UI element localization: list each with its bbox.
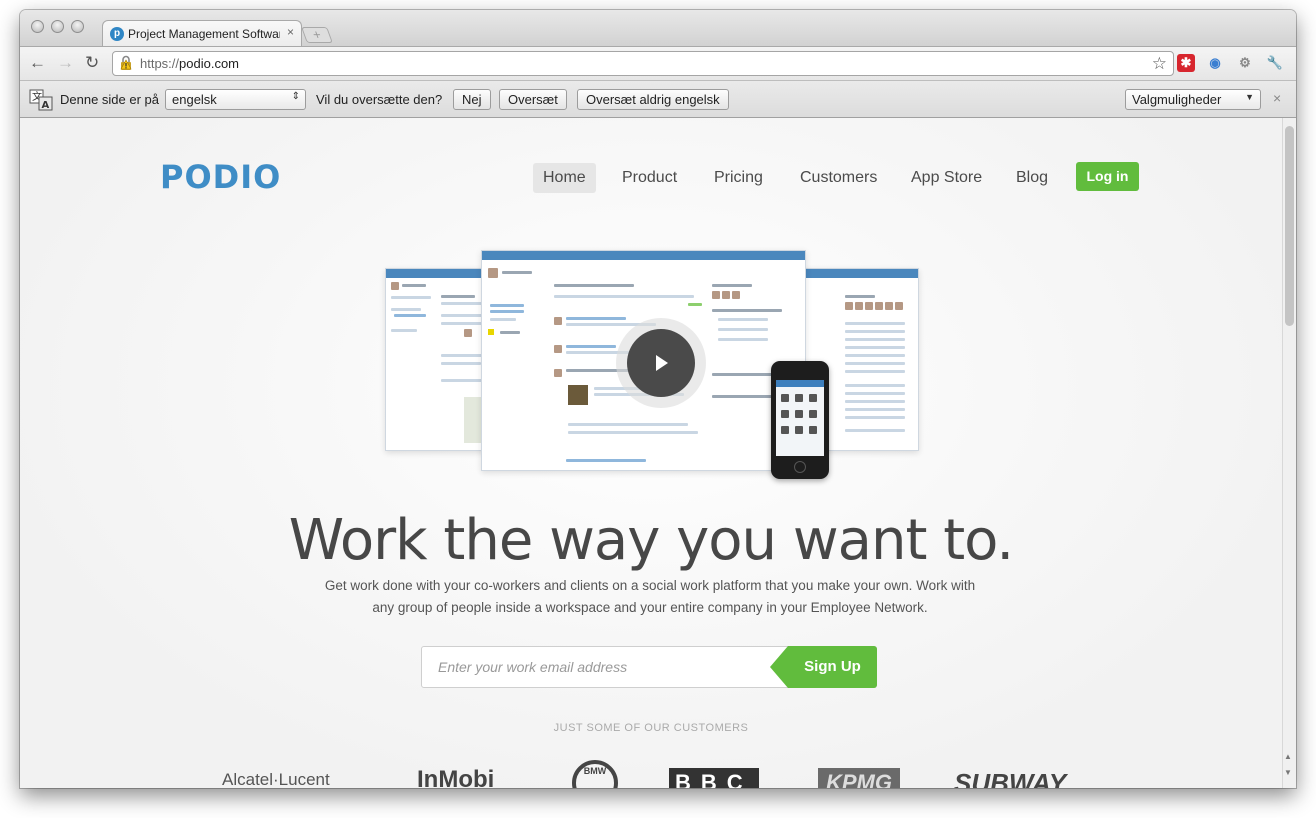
podio-favicon-icon: p bbox=[110, 27, 124, 41]
translate-button[interactable]: Oversæt bbox=[499, 89, 567, 110]
page-viewport: PODIO Home Product Pricing Customers App… bbox=[20, 118, 1282, 788]
minimize-window-button[interactable] bbox=[51, 20, 64, 33]
close-window-button[interactable] bbox=[31, 20, 44, 33]
wrench-icon[interactable]: 🔧 bbox=[1266, 54, 1284, 72]
options-select[interactable]: Valgmuligheder ▼ bbox=[1125, 89, 1261, 110]
star-icon[interactable]: ☆ bbox=[1152, 54, 1167, 74]
hero-subtext: Get work done with your co-workers and c… bbox=[324, 578, 976, 615]
customers-label: JUST SOME OF OUR CUSTOMERS bbox=[553, 722, 749, 734]
tab-podio[interactable]: p Project Management Software × bbox=[102, 20, 302, 47]
signup-button[interactable]: Sign Up bbox=[788, 646, 877, 688]
email-placeholder: Enter your work email address bbox=[438, 659, 628, 675]
tab-title: Project Management Software bbox=[128, 27, 280, 41]
forward-icon[interactable]: → bbox=[57, 53, 74, 73]
nav-product[interactable]: Product bbox=[612, 163, 687, 193]
nav-pricing[interactable]: Pricing bbox=[704, 163, 773, 193]
extension-gear-icon[interactable]: ⚙ bbox=[1236, 54, 1254, 72]
tab-strip: p Project Management Software × + bbox=[20, 10, 1296, 47]
browser-toolbar: ← → ↻ https://podio.com ☆ ✱ ◉ ⚙ 🔧 bbox=[20, 46, 1296, 80]
customer-logo-inmobi: InMobi bbox=[417, 766, 495, 788]
nav-home[interactable]: Home bbox=[533, 163, 596, 193]
hero-headline: Work the way you want to. bbox=[288, 508, 1014, 573]
translate-question-label: Vil du oversætte den? bbox=[316, 92, 443, 107]
never-translate-button[interactable]: Oversæt aldrig engelsk bbox=[577, 89, 729, 110]
scroll-up-icon[interactable]: ▲ bbox=[1284, 752, 1292, 761]
address-bar[interactable]: https://podio.com ☆ bbox=[112, 51, 1174, 76]
signup-arrow bbox=[770, 646, 788, 688]
warning-lock-icon bbox=[120, 55, 132, 70]
translate-prefix-label: Denne side er på bbox=[60, 92, 160, 107]
workspace-icon bbox=[488, 329, 494, 335]
nav-blog[interactable]: Blog bbox=[1006, 163, 1058, 193]
tab-close-icon[interactable]: × bbox=[287, 25, 294, 39]
no-button[interactable]: Nej bbox=[453, 89, 491, 110]
translate-bar: 文 A Denne side er på engelsk ⇕ Vil du ov… bbox=[20, 80, 1296, 118]
reload-icon[interactable]: ↻ bbox=[85, 53, 99, 73]
scrollbar-thumb[interactable] bbox=[1285, 126, 1294, 326]
back-icon[interactable]: ← bbox=[29, 53, 46, 73]
customer-logo-bmw: BMW bbox=[572, 760, 618, 788]
customer-logo-kpmg: KPMG bbox=[818, 768, 900, 788]
extension-globe-icon[interactable]: ◉ bbox=[1206, 54, 1224, 72]
dropdown-arrow-icon: ▼ bbox=[1245, 92, 1254, 102]
new-tab-button[interactable]: + bbox=[301, 27, 333, 43]
language-select[interactable]: engelsk ⇕ bbox=[165, 89, 306, 110]
play-icon bbox=[656, 355, 668, 371]
login-button[interactable]: Log in bbox=[1076, 162, 1139, 191]
translate-close-icon[interactable]: × bbox=[1273, 90, 1281, 106]
zoom-window-button[interactable] bbox=[71, 20, 84, 33]
customer-logo-subway: SUBWAY bbox=[954, 768, 1067, 788]
customer-logo-alcatel: Alcatel·Lucent bbox=[222, 770, 330, 788]
svg-text:A: A bbox=[42, 100, 50, 111]
select-arrows-icon: ⇕ bbox=[291, 91, 300, 102]
page-scrollbar[interactable]: ▲ ▼ bbox=[1282, 118, 1296, 788]
translate-icon: 文 A bbox=[29, 89, 53, 111]
url-text: https://podio.com bbox=[140, 56, 240, 71]
news-thumbnail bbox=[568, 385, 588, 405]
extension-red-icon[interactable]: ✱ bbox=[1177, 54, 1195, 72]
browser-window: p Project Management Software × + ← → ↻ … bbox=[20, 10, 1296, 788]
iphone-mockup bbox=[771, 361, 829, 479]
nav-customers[interactable]: Customers bbox=[790, 163, 887, 193]
nav-app-store[interactable]: App Store bbox=[901, 163, 992, 193]
scroll-down-icon[interactable]: ▼ bbox=[1284, 768, 1292, 777]
podio-logo[interactable]: PODIO bbox=[160, 158, 281, 196]
customer-logo-bbc: BBC bbox=[669, 768, 759, 788]
